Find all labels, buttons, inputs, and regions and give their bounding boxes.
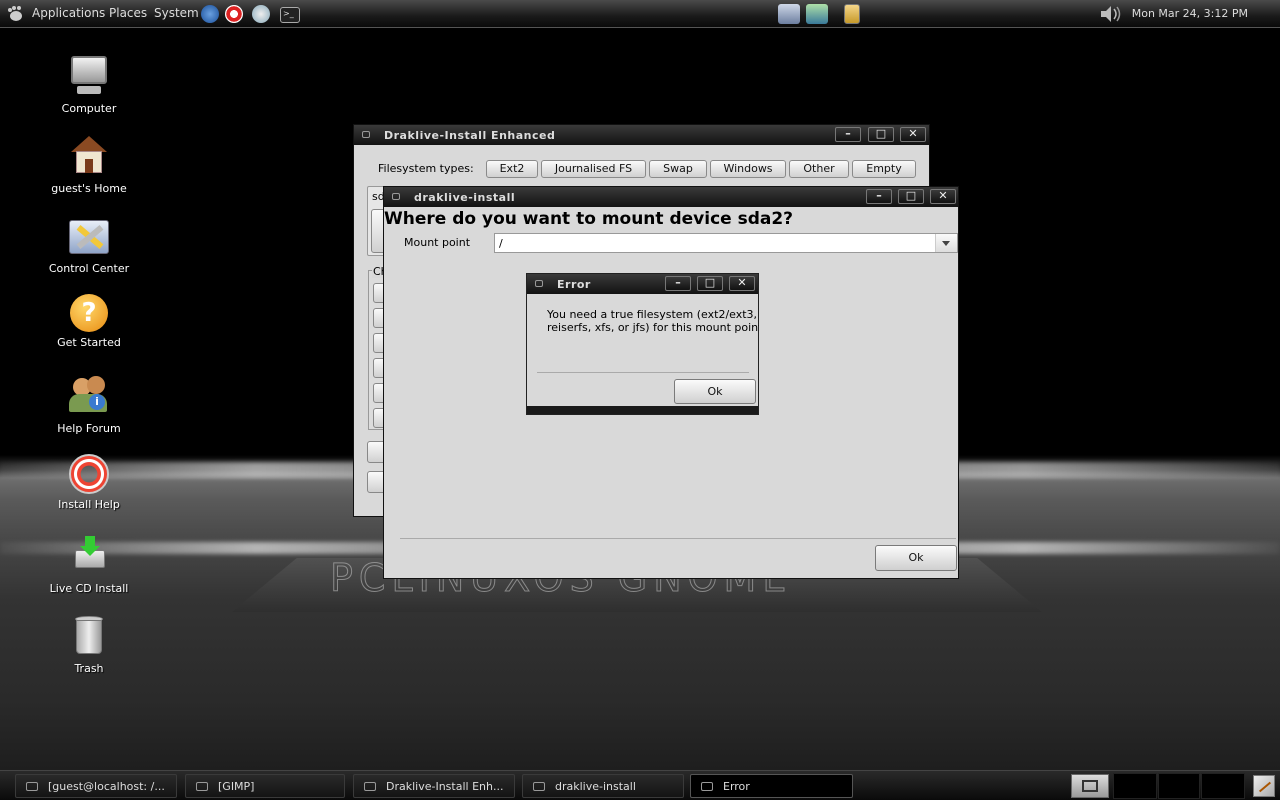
desktop-icon-control-center[interactable]: Control Center [30,214,148,275]
desktop-icon-computer[interactable]: Computer [30,54,148,115]
system-menu[interactable]: System [154,6,199,20]
window-icon [701,782,713,791]
fs-ext2-button[interactable]: Ext2 [486,160,538,178]
install-icon [67,534,111,578]
volume-icon[interactable] [1099,4,1125,24]
window-titlebar[interactable]: Draklive-Install Enhanced – □ ✕ [354,125,929,145]
firefox-icon[interactable] [201,5,219,23]
window-menu-icon[interactable] [392,193,400,200]
fs-other-button[interactable]: Other [789,160,849,178]
bottom-taskbar: [guest@localhost: /... [GIMP] Draklive-I… [0,770,1280,800]
show-desktop-icon [1082,780,1098,792]
window-titlebar[interactable]: draklive-install – □ ✕ [384,187,958,207]
mount-heading: Where do you want to mount device sda2? [384,209,794,229]
fs-windows-button[interactable]: Windows [710,160,786,178]
maximize-button[interactable]: □ [868,127,894,142]
desktop-icon-home[interactable]: guest's Home [30,134,148,195]
separator [537,372,749,373]
minimize-button[interactable]: – [665,276,691,291]
error-message: You need a true filesystem (ext2/ext3, r… [547,308,759,334]
desktop-icon-trash[interactable]: Trash [30,614,148,675]
terminal-icon[interactable]: >_ [280,7,300,23]
window-icon [364,782,376,791]
gimp-icon [196,782,208,791]
computer-icon [67,54,111,98]
desktop-icon-live-cd-install[interactable]: Live CD Install [30,534,148,595]
chevron-down-icon [942,241,950,246]
home-icon [67,134,111,178]
desktop-icon-install-help[interactable]: Install Help [30,454,148,511]
maximize-button[interactable]: □ [697,276,723,291]
window-titlebar[interactable]: Error – □ ✕ [527,274,758,294]
combo-dropdown-button[interactable] [935,234,957,252]
workspace-1[interactable] [1113,773,1157,799]
clock[interactable]: Mon Mar 24, 3:12 PM [1132,7,1248,20]
mount-point-combo[interactable]: / [494,233,958,253]
minimize-button[interactable]: – [835,127,861,142]
control-center-icon [67,214,111,258]
close-button[interactable]: ✕ [729,276,755,291]
fs-journalised-button[interactable]: Journalised FS [541,160,646,178]
places-menu[interactable]: Places [109,6,147,20]
mount-ok-button[interactable]: Ok [875,545,957,571]
error-ok-button[interactable]: Ok [674,379,756,404]
terminal-icon [26,782,38,791]
trash-icon [67,614,111,658]
window-menu-icon[interactable] [535,280,543,287]
desktop-icon-get-started[interactable]: ? Get Started [30,294,148,349]
window-error[interactable]: Error – □ ✕ You need a true filesystem (… [526,273,759,415]
help-icon: ? [70,294,108,332]
separator [400,538,956,539]
globe-icon[interactable] [252,5,270,23]
applications-menu[interactable]: Applications [32,6,105,20]
mount-point-value[interactable]: / [499,237,503,250]
window-menu-icon[interactable] [362,131,370,138]
help-forum-icon: i [67,374,111,418]
task-draklive-install[interactable]: draklive-install [522,774,684,798]
fs-swap-button[interactable]: Swap [649,160,707,178]
lifebuoy-icon [69,454,109,494]
notes-icon[interactable] [1253,775,1275,797]
desktop-icon-help-forum[interactable]: i Help Forum [30,374,148,435]
close-button[interactable]: ✕ [930,189,956,204]
window-bottom-bar [527,406,758,414]
clipboard-icon[interactable] [844,4,860,24]
task-terminal[interactable]: [guest@localhost: /... [15,774,177,798]
show-desktop-button[interactable] [1071,774,1109,798]
workspace-3[interactable] [1201,773,1245,799]
gnome-foot-icon[interactable] [5,5,25,23]
top-panel: Applications Places System >_ Mon Mar 24… [0,0,1280,28]
lifebuoy-icon[interactable] [225,5,243,23]
fs-empty-button[interactable]: Empty [852,160,916,178]
maximize-button[interactable]: □ [898,189,924,204]
window-icon [533,782,545,791]
network-manager-icon[interactable] [778,4,800,24]
task-draklive-enhanced[interactable]: Draklive-Install Enh... [353,774,515,798]
network-status-icon[interactable] [806,4,828,24]
minimize-button[interactable]: – [866,189,892,204]
workspace-2[interactable] [1158,773,1200,799]
filesystem-types-label: Filesystem types: [378,162,474,175]
close-button[interactable]: ✕ [900,127,926,142]
task-gimp[interactable]: [GIMP] [185,774,345,798]
mount-point-label: Mount point [404,236,471,249]
task-error[interactable]: Error [690,774,853,798]
